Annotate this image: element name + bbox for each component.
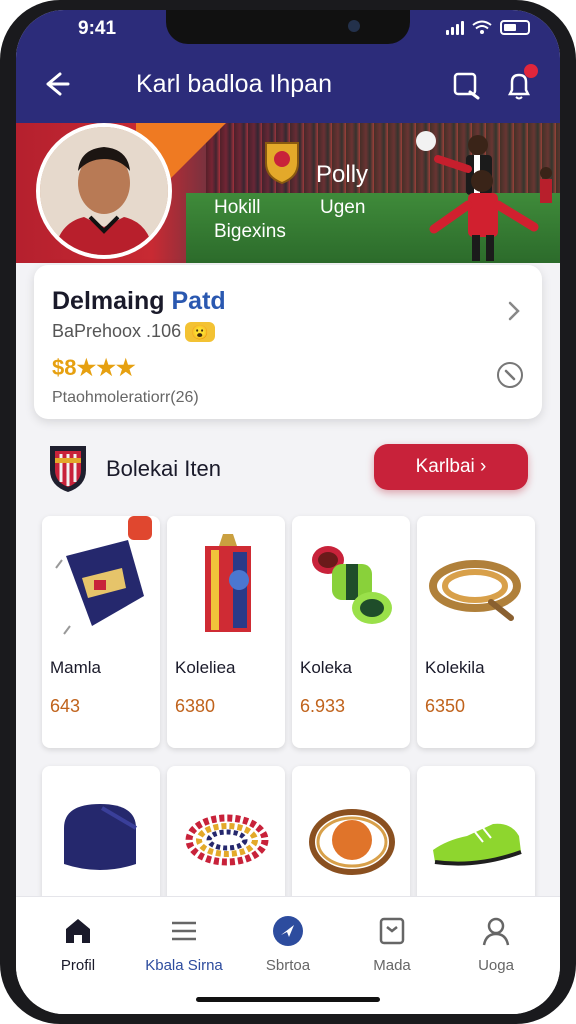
nav-item-kbala-sirna[interactable]: Kbala Sirna	[130, 897, 238, 987]
user-icon	[482, 917, 510, 946]
banner-icon	[205, 534, 251, 632]
phone-frame: Karl badloa Ihpan 9:41 Hokill Bigexins U…	[0, 0, 576, 1024]
nav-item-profil[interactable]: Profil	[24, 897, 132, 987]
bracelet-icon	[185, 814, 269, 866]
book-icon	[379, 917, 405, 945]
item-price: 6.933	[300, 696, 346, 716]
bottom-navigation: Profil Kbala Sirna Sbrtoa Mada Uoga	[16, 896, 560, 1014]
player-name: Delmaing Patd	[52, 287, 226, 316]
avatar[interactable]	[36, 123, 172, 259]
hero-label-1: Hokill	[214, 197, 261, 218]
hero-label-2: Bigexins	[214, 221, 286, 242]
profile-hero-banner: Hokill Bigexins Ugen Polly	[16, 123, 560, 263]
collection-item[interactable]: Mamla 643	[42, 516, 160, 748]
nav-item-uoga[interactable]: Uoga	[442, 897, 550, 987]
compass-icon	[273, 916, 303, 946]
nav-item-mada[interactable]: Mada	[338, 897, 446, 987]
nav-item-sbrtoa[interactable]: Sbrtoa	[234, 897, 342, 987]
collection-item[interactable]: Kolekila 6350	[417, 516, 535, 748]
list-icon	[172, 921, 196, 941]
home-indicator[interactable]	[196, 997, 380, 1002]
view-collection-label: Karlbai	[415, 456, 475, 477]
item-label: Koleliea	[175, 658, 236, 677]
signal-icon	[446, 21, 464, 35]
player-profile-card[interactable]: Delmaing Patd BaPrehoox .106 😮 $8★★★ Ptao…	[34, 265, 542, 419]
player-stat: Ptaohmoleratiorr(26)	[52, 389, 199, 406]
item-price: 6380	[175, 696, 216, 716]
hero-label-3: Ugen	[320, 197, 366, 218]
player-subtitle: BaPrehoox .106 😮	[52, 321, 216, 343]
chevron-right-icon[interactable]	[502, 299, 526, 323]
item-price: 643	[50, 696, 81, 716]
home-icon	[66, 919, 90, 943]
edit-icon	[453, 72, 480, 100]
view-collection-button[interactable]: Karlbai ›	[374, 444, 528, 490]
emoji-badge-icon: 😮	[185, 322, 216, 343]
item-price: 6350	[425, 696, 466, 716]
status-time: 9:41	[78, 18, 117, 39]
chevron-right-small-icon: ›	[480, 456, 487, 477]
rope-icon	[429, 560, 521, 621]
boot-icon	[433, 823, 522, 866]
nav-label: Profil	[60, 957, 96, 974]
section-title: Bolekai Iten	[106, 456, 221, 481]
cap-icon	[64, 804, 138, 870]
club-crest-icon	[262, 139, 302, 185]
wristband-icon	[312, 546, 392, 624]
app-screen: Karl badloa Ihpan 9:41 Hokill Bigexins U…	[16, 10, 560, 1014]
notification-badge	[524, 64, 538, 78]
battery-icon	[500, 20, 530, 35]
nav-label: Mada	[373, 957, 411, 974]
ball-ring-icon	[309, 809, 395, 875]
edit-button[interactable]	[450, 68, 484, 102]
item-label: Kolekila	[425, 658, 485, 677]
team-crest-icon	[46, 442, 90, 494]
player-name-first: Delmaing	[52, 287, 172, 315]
scarf-icon	[55, 540, 144, 635]
collection-section-header: Bolekai Iten Karlbai ›	[16, 438, 560, 498]
page-title: Karl badloa Ihpan	[136, 70, 332, 98]
nav-label: Kbala Sirna	[145, 957, 223, 974]
player-name-accent: Patd	[171, 287, 226, 315]
players-image	[394, 129, 560, 263]
nav-label: Uoga	[478, 957, 514, 974]
collection-item[interactable]: Koleliea 6380	[167, 516, 285, 748]
item-label: Mamla	[50, 658, 102, 677]
collection-item[interactable]: Koleka 6.933	[292, 516, 410, 748]
item-label: Koleka	[300, 658, 352, 677]
back-button[interactable]	[40, 68, 80, 100]
status-icons	[446, 20, 530, 35]
back-arrow-icon	[46, 72, 70, 96]
player-rating: $8★★★	[52, 355, 136, 380]
wifi-icon	[472, 20, 492, 34]
notifications-button[interactable]	[502, 64, 538, 102]
compass-icon[interactable]	[496, 361, 524, 389]
player-subtitle-text: BaPrehoox .106	[52, 321, 182, 341]
nav-label: Sbrtoa	[265, 957, 311, 974]
hero-label-4: Polly	[316, 161, 369, 188]
player-portrait-icon	[40, 127, 168, 255]
device-notch	[166, 10, 410, 44]
